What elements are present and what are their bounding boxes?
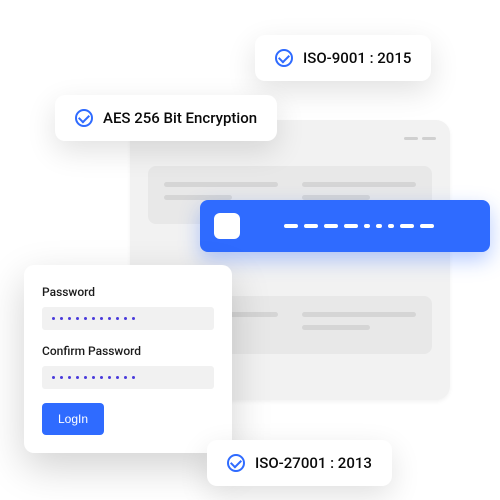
masked-data	[284, 224, 476, 228]
window-control	[404, 137, 418, 140]
password-label: Password	[42, 285, 214, 299]
encrypted-bar	[200, 200, 490, 252]
badge-label: ISO-9001 : 2015	[303, 49, 411, 67]
badge-iso9001: ISO-9001 : 2015	[255, 35, 431, 81]
password-input[interactable]	[42, 307, 214, 330]
confirm-password-input[interactable]	[42, 366, 214, 389]
window-control	[422, 137, 436, 140]
login-card: Password Confirm Password LogIn	[24, 265, 232, 453]
check-icon	[227, 454, 245, 472]
badge-aes: AES 256 Bit Encryption	[55, 95, 277, 141]
badge-label: AES 256 Bit Encryption	[103, 109, 257, 127]
login-button[interactable]: LogIn	[42, 403, 104, 435]
square-icon	[214, 213, 240, 239]
badge-label: ISO-27001 : 2013	[255, 454, 372, 472]
check-icon	[75, 109, 93, 127]
badge-iso27001: ISO-27001 : 2013	[207, 440, 392, 486]
check-icon	[275, 49, 293, 67]
confirm-password-label: Confirm Password	[42, 344, 214, 358]
